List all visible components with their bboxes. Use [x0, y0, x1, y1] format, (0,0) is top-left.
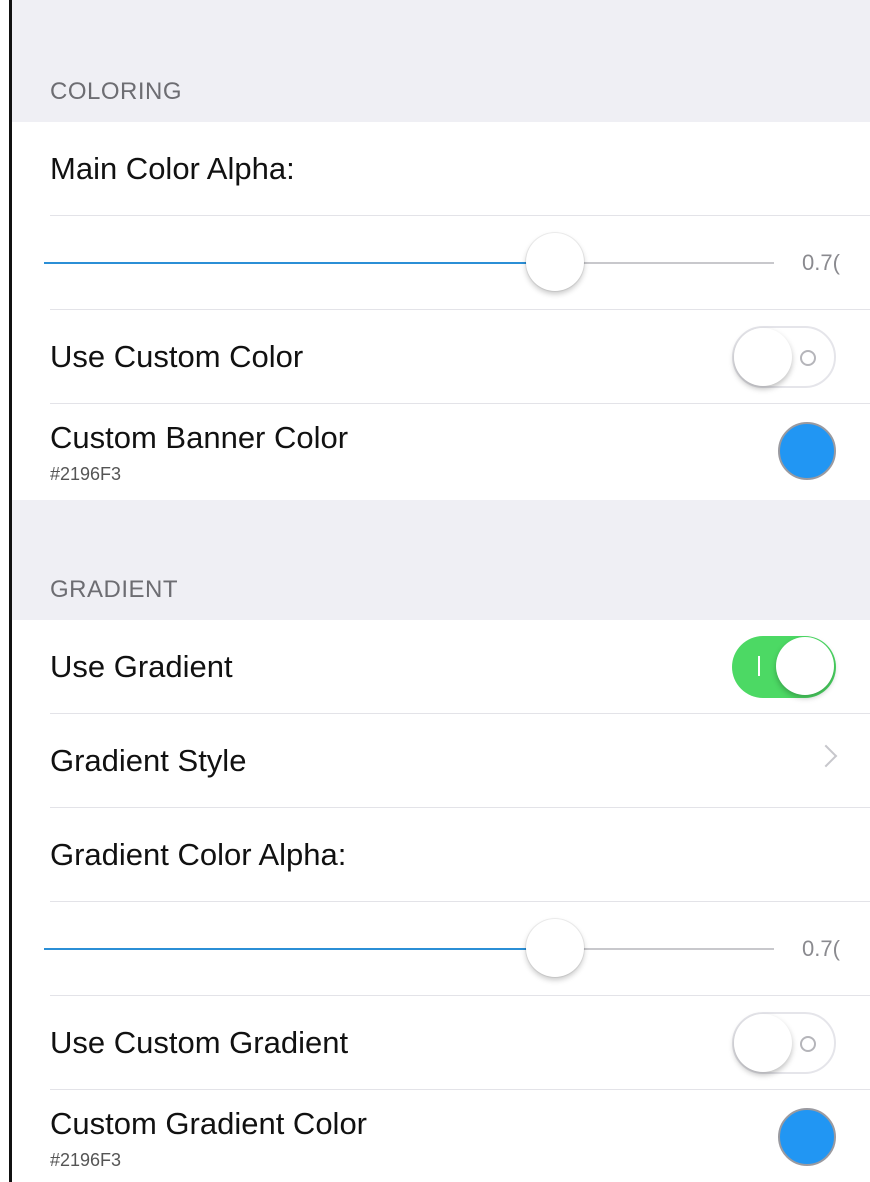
custom-banner-color-label: Custom Banner Color: [50, 420, 349, 455]
use-gradient-label: Use Gradient: [50, 649, 233, 684]
gradient-alpha-slider-thumb[interactable]: [526, 919, 584, 977]
use-custom-gradient-label: Use Custom Gradient: [50, 1025, 349, 1060]
section-title-gradient: GRADIENT: [50, 576, 179, 603]
use-gradient-row: Use Gradient: [12, 620, 870, 714]
gradient-alpha-slider-fill: [44, 948, 555, 950]
window-border: [9, 0, 12, 1182]
section-title-coloring: COLORING: [50, 78, 183, 105]
main-alpha-slider[interactable]: [44, 233, 774, 291]
custom-gradient-color-label: Custom Gradient Color: [50, 1106, 368, 1141]
custom-banner-color-swatch[interactable]: [778, 422, 836, 480]
toggle-off-icon: [800, 1036, 816, 1052]
settings-screen: COLORING Main Color Alpha: 0.7( Use Cust…: [0, 0, 870, 1182]
toggle-knob: [776, 637, 834, 695]
main-alpha-slider-row: 0.7(: [12, 216, 870, 310]
section-header-gradient: GRADIENT: [12, 500, 870, 620]
custom-banner-color-hex: #2196F3: [50, 464, 122, 484]
custom-banner-color-row[interactable]: Custom Banner Color #2196F3: [12, 404, 870, 500]
toggle-knob: [734, 328, 792, 386]
settings-list: COLORING Main Color Alpha: 0.7( Use Cust…: [12, 0, 870, 1182]
use-custom-color-label: Use Custom Color: [50, 339, 304, 374]
gradient-style-label: Gradient Style: [50, 743, 247, 778]
custom-gradient-color-hex: #2196F3: [50, 1150, 122, 1170]
gradient-alpha-slider[interactable]: [44, 919, 774, 977]
chevron-right-icon: [814, 744, 838, 768]
main-color-alpha-label: Main Color Alpha:: [50, 151, 295, 186]
toggle-off-icon: [800, 350, 816, 366]
use-gradient-toggle[interactable]: [732, 636, 836, 698]
main-color-alpha-row: Main Color Alpha:: [12, 122, 870, 216]
main-alpha-slider-thumb[interactable]: [526, 233, 584, 291]
main-alpha-slider-fill: [44, 262, 555, 264]
use-custom-gradient-row: Use Custom Gradient: [12, 996, 870, 1090]
gradient-color-alpha-row: Gradient Color Alpha:: [12, 808, 870, 902]
gradient-style-row[interactable]: Gradient Style: [12, 714, 870, 808]
gradient-alpha-slider-row: 0.7(: [12, 902, 870, 996]
toggle-on-icon: [758, 656, 760, 676]
use-custom-color-row: Use Custom Color: [12, 310, 870, 404]
section-header-coloring: COLORING: [12, 0, 870, 122]
custom-gradient-color-swatch[interactable]: [778, 1108, 836, 1166]
use-custom-color-toggle[interactable]: [732, 326, 836, 388]
custom-gradient-color-row[interactable]: Custom Gradient Color #2196F3: [12, 1090, 870, 1182]
toggle-knob: [734, 1014, 792, 1072]
use-custom-gradient-toggle[interactable]: [732, 1012, 836, 1074]
gradient-color-alpha-label: Gradient Color Alpha:: [50, 837, 347, 872]
main-alpha-value: 0.7(: [802, 250, 840, 275]
gradient-alpha-value: 0.7(: [802, 936, 840, 961]
